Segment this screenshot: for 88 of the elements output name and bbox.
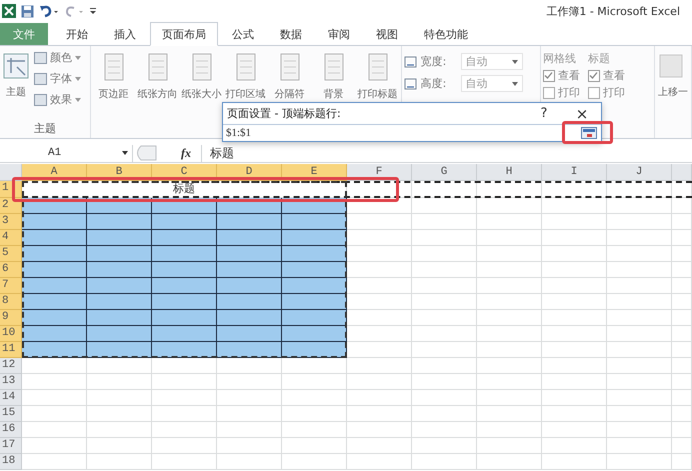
- row-header[interactable]: 18: [0, 454, 22, 470]
- bring-forward-button[interactable]: 上移一: [657, 49, 689, 103]
- undo-icon[interactable]: [39, 4, 59, 18]
- ribbon-tab[interactable]: 特色功能: [412, 23, 480, 45]
- caret-icon: [512, 82, 518, 86]
- page-setup-button[interactable]: 纸张大小: [180, 49, 223, 105]
- row-header[interactable]: 16: [0, 422, 22, 438]
- redo-icon[interactable]: [64, 4, 84, 18]
- option-checkbox[interactable]: 打印: [588, 85, 625, 100]
- size-icon: [404, 78, 417, 90]
- page-icon: [234, 53, 258, 81]
- dialog-title: 页面设置 - 顶端标题行:: [227, 106, 342, 121]
- option-checkbox[interactable]: 打印: [542, 85, 580, 100]
- option-checkbox[interactable]: 查看: [542, 68, 580, 83]
- column-header[interactable]: I: [542, 164, 607, 181]
- name-box[interactable]: A1: [0, 144, 133, 162]
- checkmark-icon: [544, 71, 554, 80]
- row-header[interactable]: 2: [0, 198, 22, 214]
- range-input[interactable]: $1:$1: [226, 127, 581, 139]
- ribbon-tab[interactable]: 开始: [54, 23, 100, 45]
- ribbon-tab[interactable]: 数据: [268, 23, 314, 45]
- row-header[interactable]: 7: [0, 278, 22, 294]
- column-header[interactable]: J: [607, 164, 672, 181]
- row-header[interactable]: 8: [0, 294, 22, 310]
- ribbon-tab[interactable]: 页面布局: [150, 22, 218, 46]
- row-header[interactable]: 17: [0, 438, 22, 454]
- scale-label: 高度:: [420, 76, 448, 91]
- row-header[interactable]: 6: [0, 262, 22, 278]
- row-header[interactable]: 10: [0, 326, 22, 342]
- checkmark-icon: [589, 71, 598, 80]
- ribbon-tab[interactable]: 插入: [102, 23, 148, 45]
- page-icon: [190, 53, 214, 81]
- caret-icon: [75, 76, 81, 80]
- theme-swatch-icon: [34, 94, 47, 106]
- theme-option-button[interactable]: 字体: [32, 70, 83, 87]
- help-button[interactable]: ?: [529, 106, 559, 121]
- page-icon: [366, 53, 390, 81]
- ribbon-tab[interactable]: 视图: [364, 23, 410, 45]
- scale-label: 宽度:: [420, 54, 448, 69]
- row-header[interactable]: 5: [0, 246, 22, 262]
- expand-dialog-icon[interactable]: [581, 127, 597, 139]
- theme-icon: [3, 53, 29, 79]
- caret-icon: [122, 151, 128, 155]
- row-header[interactable]: 14: [0, 390, 22, 406]
- row-header[interactable]: 3: [0, 214, 22, 230]
- customize-toolbar-icon[interactable]: [89, 5, 97, 17]
- caret-icon: [75, 98, 81, 102]
- ribbon-tab[interactable]: 审阅: [316, 23, 362, 45]
- row-header[interactable]: 9: [0, 310, 22, 326]
- theme-swatch-icon: [34, 72, 47, 84]
- page-icon: [278, 53, 302, 81]
- theme-swatch-icon: [34, 52, 47, 64]
- caret-icon: [75, 56, 81, 60]
- page-setup-button[interactable]: 打印标题: [356, 49, 399, 105]
- page-setup-button[interactable]: 页边距: [92, 49, 135, 105]
- ribbon-tab[interactable]: 公式: [220, 23, 266, 45]
- size-icon: [404, 56, 417, 68]
- theme-option-button[interactable]: 效果: [32, 91, 83, 108]
- shape-icon: [658, 53, 684, 79]
- theme-option-button[interactable]: 颜色: [32, 49, 83, 66]
- row-header[interactable]: 11: [0, 342, 22, 358]
- row-header[interactable]: 12: [0, 358, 22, 374]
- column-header[interactable]: H: [477, 164, 542, 181]
- page-setup-button[interactable]: 纸张方向: [136, 49, 179, 105]
- ribbon-tab[interactable]: 文件: [0, 23, 48, 45]
- formula-field[interactable]: 标题: [201, 144, 692, 162]
- select-all-corner[interactable]: [0, 164, 22, 181]
- group-label: 主题: [32, 121, 57, 136]
- highlight-frame: [562, 121, 613, 144]
- page-icon: [322, 53, 346, 81]
- option-checkbox[interactable]: 查看: [588, 68, 625, 83]
- save-icon[interactable]: [21, 4, 34, 18]
- page-setup-button[interactable]: 背景: [312, 49, 355, 105]
- page-icon: [102, 53, 126, 81]
- option-group-title: 标题: [588, 51, 611, 66]
- page-setup-button[interactable]: 打印区域: [224, 49, 267, 105]
- page-setup-button[interactable]: 分隔符: [268, 49, 311, 105]
- row-header[interactable]: 13: [0, 374, 22, 390]
- row-header[interactable]: 4: [0, 230, 22, 246]
- close-button[interactable]: ×: [567, 104, 597, 122]
- column-header[interactable]: G: [412, 164, 477, 181]
- option-group-title: 网格线: [542, 51, 577, 66]
- insert-function-button[interactable]: fx: [181, 146, 191, 160]
- window-title: 工作簿1 - Microsoft Excel: [546, 4, 680, 18]
- themes-button[interactable]: 主题: [2, 49, 30, 108]
- caret-icon: [512, 60, 518, 64]
- page-icon: [146, 53, 170, 81]
- row-header[interactable]: 15: [0, 406, 22, 422]
